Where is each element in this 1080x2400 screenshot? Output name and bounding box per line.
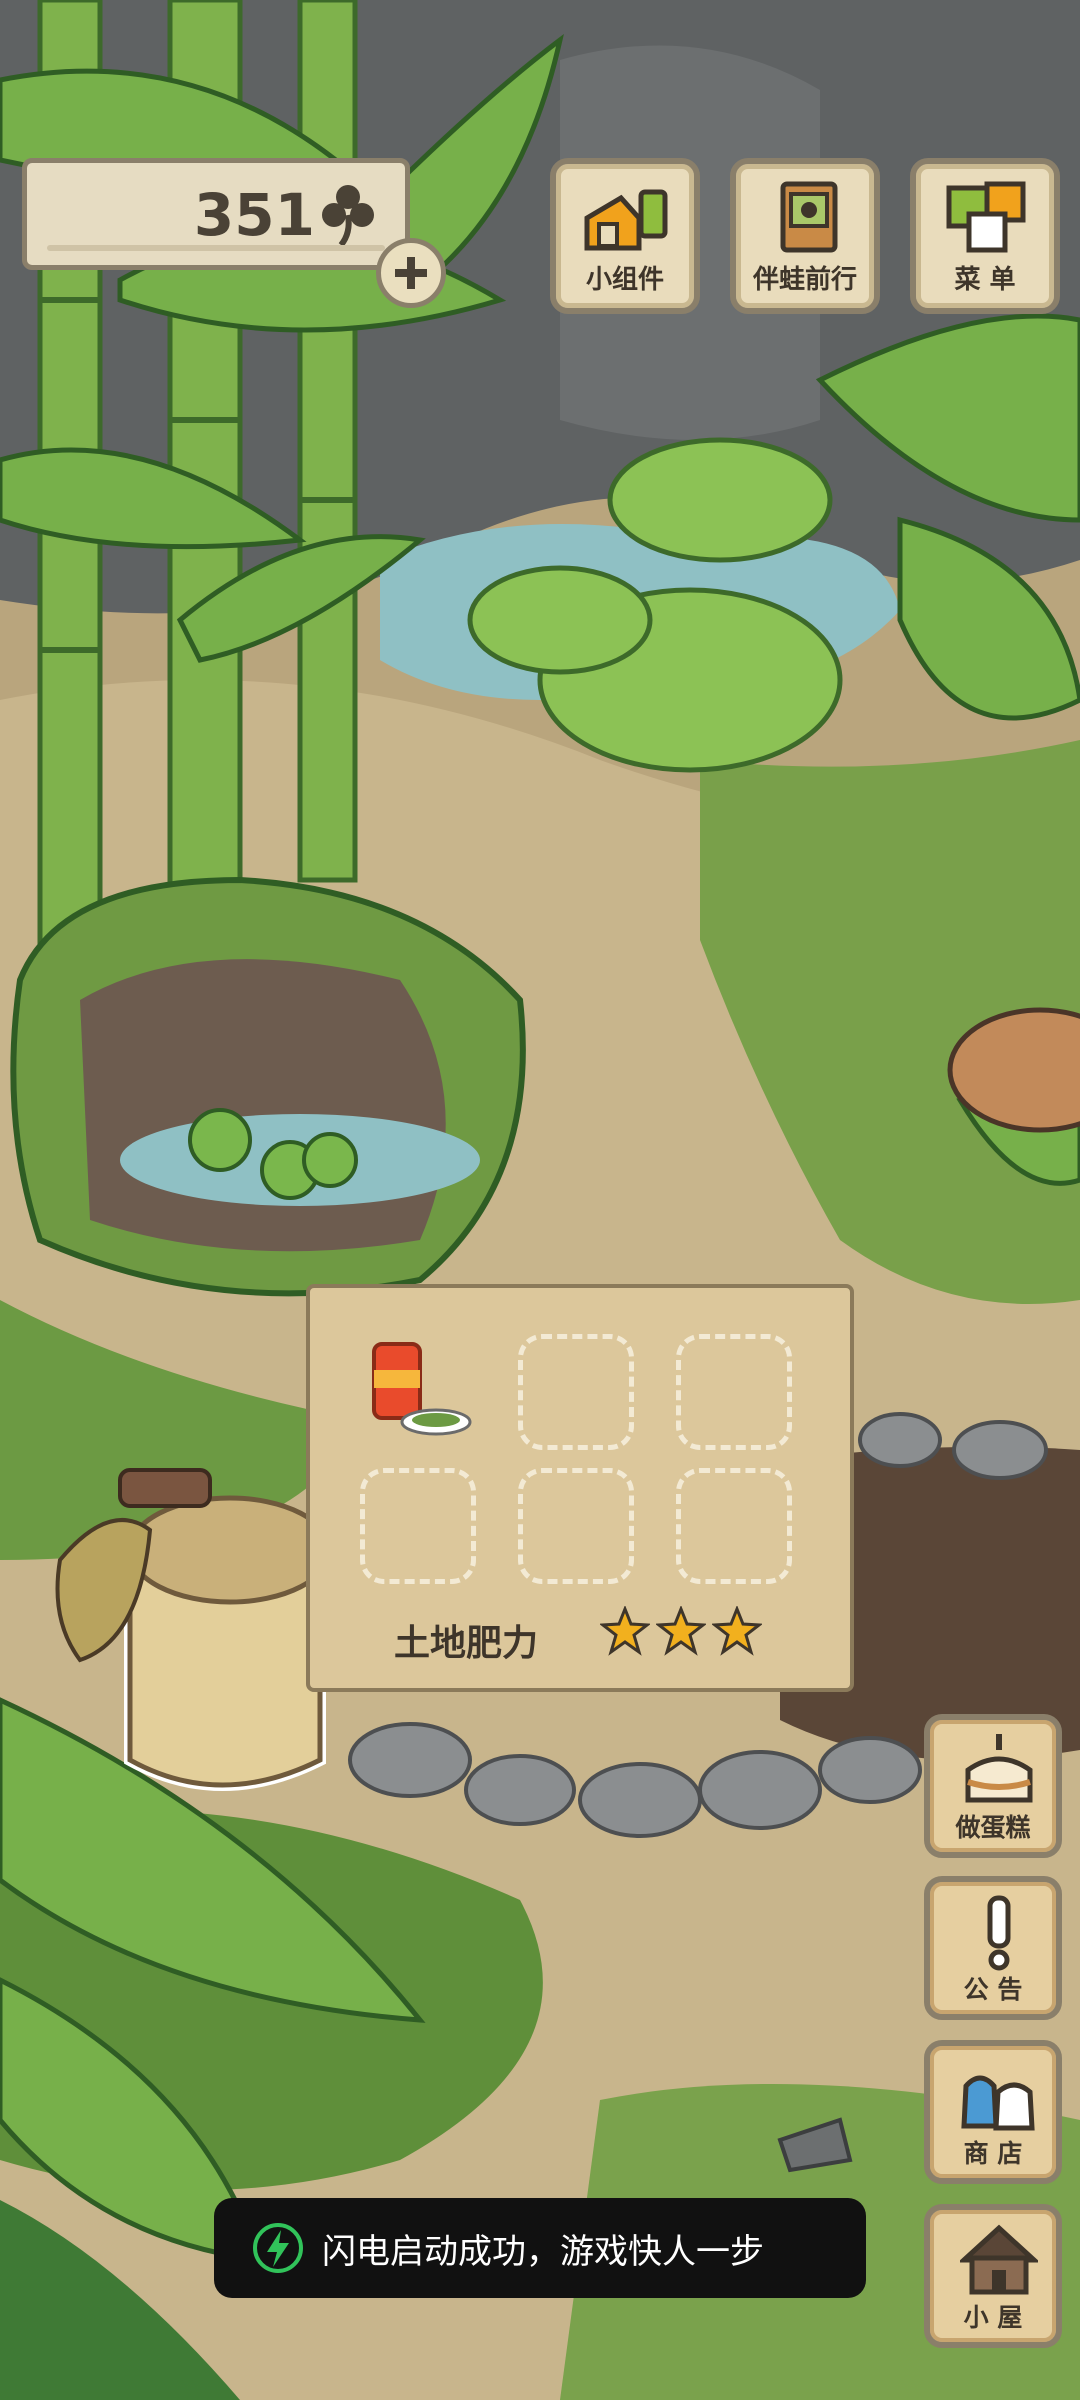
house-button[interactable]: 小 屋 [924,2204,1062,2348]
menu-icon [946,181,1026,253]
seed-can-icon [372,1342,472,1436]
widget-label: 小组件 [585,265,664,295]
journey-label: 伴蛙前行 [752,265,857,295]
garden-background [0,0,1080,2400]
plus-icon [395,257,427,289]
add-clover-button[interactable] [376,238,446,308]
planter-panel: 土地肥力 [306,1284,854,1692]
star-icon [600,1606,650,1656]
planter-slot-empty[interactable] [676,1468,792,1584]
planter-slot-empty[interactable] [676,1334,792,1450]
star-icon [656,1606,706,1656]
counter-underline [47,245,385,251]
widget-button[interactable]: 小组件 [550,158,700,314]
launch-toast: 闪电启动成功，游戏快人一步 [214,2198,866,2298]
notice-button[interactable]: 公 告 [924,1876,1062,2020]
planter-slot-empty[interactable] [360,1468,476,1584]
widget-icon [584,189,668,251]
planter-slot-empty[interactable] [518,1468,634,1584]
house-label: 小 屋 [963,2303,1023,2332]
shop-button[interactable]: 商 店 [924,2040,1062,2184]
house-icon [960,2224,1038,2295]
lightning-icon [253,2223,303,2273]
clover-icon [322,185,374,247]
menu-button[interactable]: 菜 单 [910,158,1060,314]
menu-label: 菜 单 [954,265,1016,295]
clover-counter: 351 [22,158,410,270]
star-icon [712,1606,762,1656]
exclamation-icon [987,1895,1011,1971]
planter-slot-empty[interactable] [518,1334,634,1450]
notice-label: 公 告 [963,1975,1023,2004]
cake-icon [965,1734,1033,1803]
shop-bags-icon [961,2075,1035,2131]
planter-slot-filled[interactable] [360,1334,476,1450]
shop-label: 商 店 [963,2139,1023,2168]
journey-icon [780,181,838,253]
journey-button[interactable]: 伴蛙前行 [730,158,880,314]
make-cake-button[interactable]: 做蛋糕 [924,1714,1062,1858]
toast-message: 闪电启动成功，游戏快人一步 [322,2231,764,2272]
make-cake-label: 做蛋糕 [955,1813,1031,1842]
soil-fertility-label: 土地肥力 [394,1623,539,1664]
clover-count: 351 [193,181,315,249]
